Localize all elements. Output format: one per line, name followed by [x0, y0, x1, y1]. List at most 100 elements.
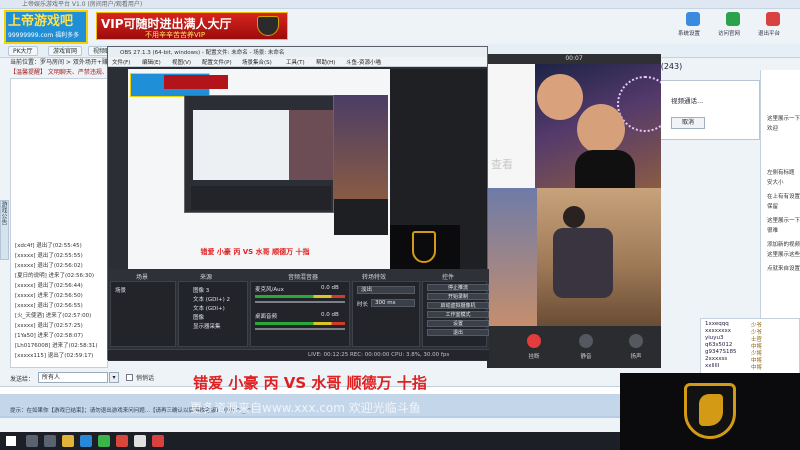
logo-text: 上帝游戏吧: [8, 14, 74, 29]
obs-status-bar: LIVE: 00:12:25 REC: 00:00:00 CPU: 3.8%, …: [108, 349, 489, 360]
virtual-camera-button[interactable]: 启动虚拟摄像机: [427, 302, 489, 309]
user-name[interactable]: xxxxxxxx: [705, 328, 731, 334]
local-video[interactable]: [487, 188, 661, 326]
chrome-icon[interactable]: [116, 435, 128, 447]
task-view-icon[interactable]: [44, 435, 56, 447]
tab-pk-hall[interactable]: PK大厅: [8, 46, 38, 56]
transitions-panel: 淡出 时长 300 ms: [352, 281, 420, 347]
nested-obs: [184, 95, 334, 213]
transition-select[interactable]: 淡出: [357, 286, 415, 294]
platform-logo: 上帝游戏吧 99999999.com 福利多多: [4, 10, 88, 44]
settings-icon[interactable]: [686, 12, 700, 26]
menu-scene-collection[interactable]: 场景集合(S): [242, 58, 272, 66]
studio-mode-button[interactable]: 工作室模式: [427, 311, 489, 318]
stop-stream-button[interactable]: 停止推流: [427, 284, 489, 291]
volume-slider[interactable]: [255, 301, 345, 303]
exit-button[interactable]: 退出: [427, 329, 489, 336]
chat-log-line: [夏日的说明] 进来了(02:56:30): [15, 273, 95, 279]
call-timer: 00:07: [487, 54, 661, 64]
user-name[interactable]: q63s5012: [705, 342, 732, 348]
room-line: 安大小: [767, 180, 784, 186]
sources-list[interactable]: 图像 3 文本 (GDI+) 2 文本 (GDI+) 图像 显示器采集: [178, 281, 248, 347]
call-watermark: 查看: [491, 158, 513, 171]
volume-slider[interactable]: [255, 328, 345, 330]
room-line: 在上有有设置: [767, 194, 800, 200]
source-item[interactable]: 图像: [193, 313, 204, 321]
nested-call-controls: [334, 199, 388, 235]
duration-input[interactable]: 300 ms: [371, 299, 415, 307]
duration-label: 时长: [357, 302, 369, 308]
settings-button[interactable]: 设置: [427, 320, 489, 327]
child-body: [553, 228, 613, 298]
exit-icon[interactable]: [766, 12, 780, 26]
mixer-channel-db: 0.0 dB: [321, 312, 339, 318]
vip-banner-subtitle: 不用辛辛苦苦养VIP: [145, 31, 206, 39]
menu-help[interactable]: 帮助(H): [316, 58, 335, 66]
overlay-title: 错爱 小豪 丙 VS 水哥 顺德万 十指: [193, 374, 427, 392]
chat-log-line: [xxxxx] 退出了(02:56:44): [15, 283, 83, 289]
room-message-list[interactable]: 这里展示一下 欢迎 左侧有标题 安大小 在上有有设置 保留 这里展示一下 很难 …: [760, 70, 800, 320]
menu-file[interactable]: 文件(F): [112, 58, 130, 66]
obs-icon[interactable]: [134, 435, 146, 447]
mute-icon[interactable]: [579, 334, 593, 348]
room-line: 这里展示这些: [767, 252, 800, 258]
wechat-icon[interactable]: [98, 435, 110, 447]
vip-banner[interactable]: VIP可随时进出满人大厅 不用辛辛苦苦养VIP: [96, 12, 288, 40]
source-item[interactable]: 文本 (GDI+): [193, 304, 225, 312]
search-icon[interactable]: [26, 435, 38, 447]
audio-mixer: 麦克风/Aux 0.0 dB 桌面音频 0.0 dB: [250, 281, 350, 347]
obs-preview[interactable]: 错爱 小豪 丙 VS 水哥 顺德万 十指: [128, 69, 390, 269]
scenes-dock-title: 场景: [136, 274, 149, 281]
edge-browser-icon[interactable]: [80, 435, 92, 447]
cancel-button[interactable]: 取消: [671, 117, 705, 129]
menu-profile[interactable]: 配置文件(P): [202, 58, 232, 66]
source-item[interactable]: 文本 (GDI+) 2: [193, 295, 230, 303]
obs-window: OBS 27.1.3 (64-bit, windows) - 配置文件: 未命名…: [107, 46, 489, 361]
client-titlebar[interactable]: 上帝娱乐游戏平台 V1.0 (房间用户/观看用户): [0, 0, 800, 9]
scene-item[interactable]: 场景: [115, 286, 126, 294]
stream-logo-panel: [620, 373, 800, 450]
source-item[interactable]: 图像 3: [193, 286, 209, 294]
speaker-icon[interactable]: [629, 334, 643, 348]
chat-log[interactable]: [xdc4f] 退出了(02:55:45) [xxxxx] 退出了(02:55:…: [10, 78, 108, 368]
windows-start-icon[interactable]: [6, 436, 16, 446]
start-recording-button[interactable]: 开始录制: [427, 293, 489, 300]
tab-official-site[interactable]: 游戏官网: [48, 46, 83, 56]
source-item[interactable]: 显示器采集: [193, 322, 221, 330]
transitions-dock-title: 转场特效: [362, 274, 387, 281]
game-client-icon[interactable]: [152, 435, 164, 447]
mixer-channel-name: 麦克风/Aux: [255, 287, 284, 293]
mixer-dock-title: 音频混音器: [288, 274, 319, 281]
user-name[interactable]: xxllllI: [705, 363, 719, 369]
user-name[interactable]: 1xxeqqq: [705, 321, 729, 327]
settings-label: 系统设置: [678, 31, 701, 37]
preview-caption: 错爱 小豪 丙 VS 水哥 顺德万 十指: [200, 248, 310, 256]
user-name[interactable]: g9347S185: [705, 349, 736, 355]
website-icon[interactable]: [726, 12, 740, 26]
hang-up-icon[interactable]: [527, 334, 541, 348]
chat-log-line: [xxxxx115] 退出了(02:59:17): [15, 353, 94, 359]
obs-titlebar[interactable]: OBS 27.1.3 (64-bit, windows) - 配置文件: 未命名…: [108, 47, 487, 57]
child-shirt: [575, 150, 635, 188]
menu-view[interactable]: 视图(V): [172, 58, 191, 66]
announcement-side-tab[interactable]: 游戏公告: [0, 200, 9, 260]
sources-dock-title: 来源: [200, 274, 213, 281]
menu-plugin[interactable]: 斗鱼-资源小喵: [346, 58, 381, 66]
shield-icon: [257, 16, 279, 36]
menu-tools[interactable]: 工具(T): [286, 58, 305, 66]
file-explorer-icon[interactable]: [62, 435, 74, 447]
volume-meter: [255, 295, 345, 298]
scenes-list[interactable]: 场景: [110, 281, 176, 347]
user-name[interactable]: yiuyu3: [705, 335, 724, 341]
remote-video[interactable]: [535, 64, 661, 188]
shield-icon: [412, 231, 436, 263]
menu-edit[interactable]: 编辑(E): [142, 58, 161, 66]
chat-log-line: [xxxxx] 退出了(02:55:55): [15, 253, 83, 259]
room-line: 欢迎: [767, 126, 779, 132]
call-popup: 视频通话... 取消: [660, 80, 760, 140]
video-call-window: 00:07 查看 挂断 静音 扬声: [487, 54, 661, 368]
user-list[interactable]: 1xxeqqq 少爷 xxxxxxxx 少爷 yiuyu3 士官 q63s501…: [700, 318, 800, 374]
chat-log-line: [xxxxx] 退出了(02:57:25): [15, 323, 83, 329]
user-name[interactable]: 2xxxxss: [705, 356, 727, 362]
chat-log-line: [xxxxx] 退出了(02:56:55): [15, 303, 83, 309]
